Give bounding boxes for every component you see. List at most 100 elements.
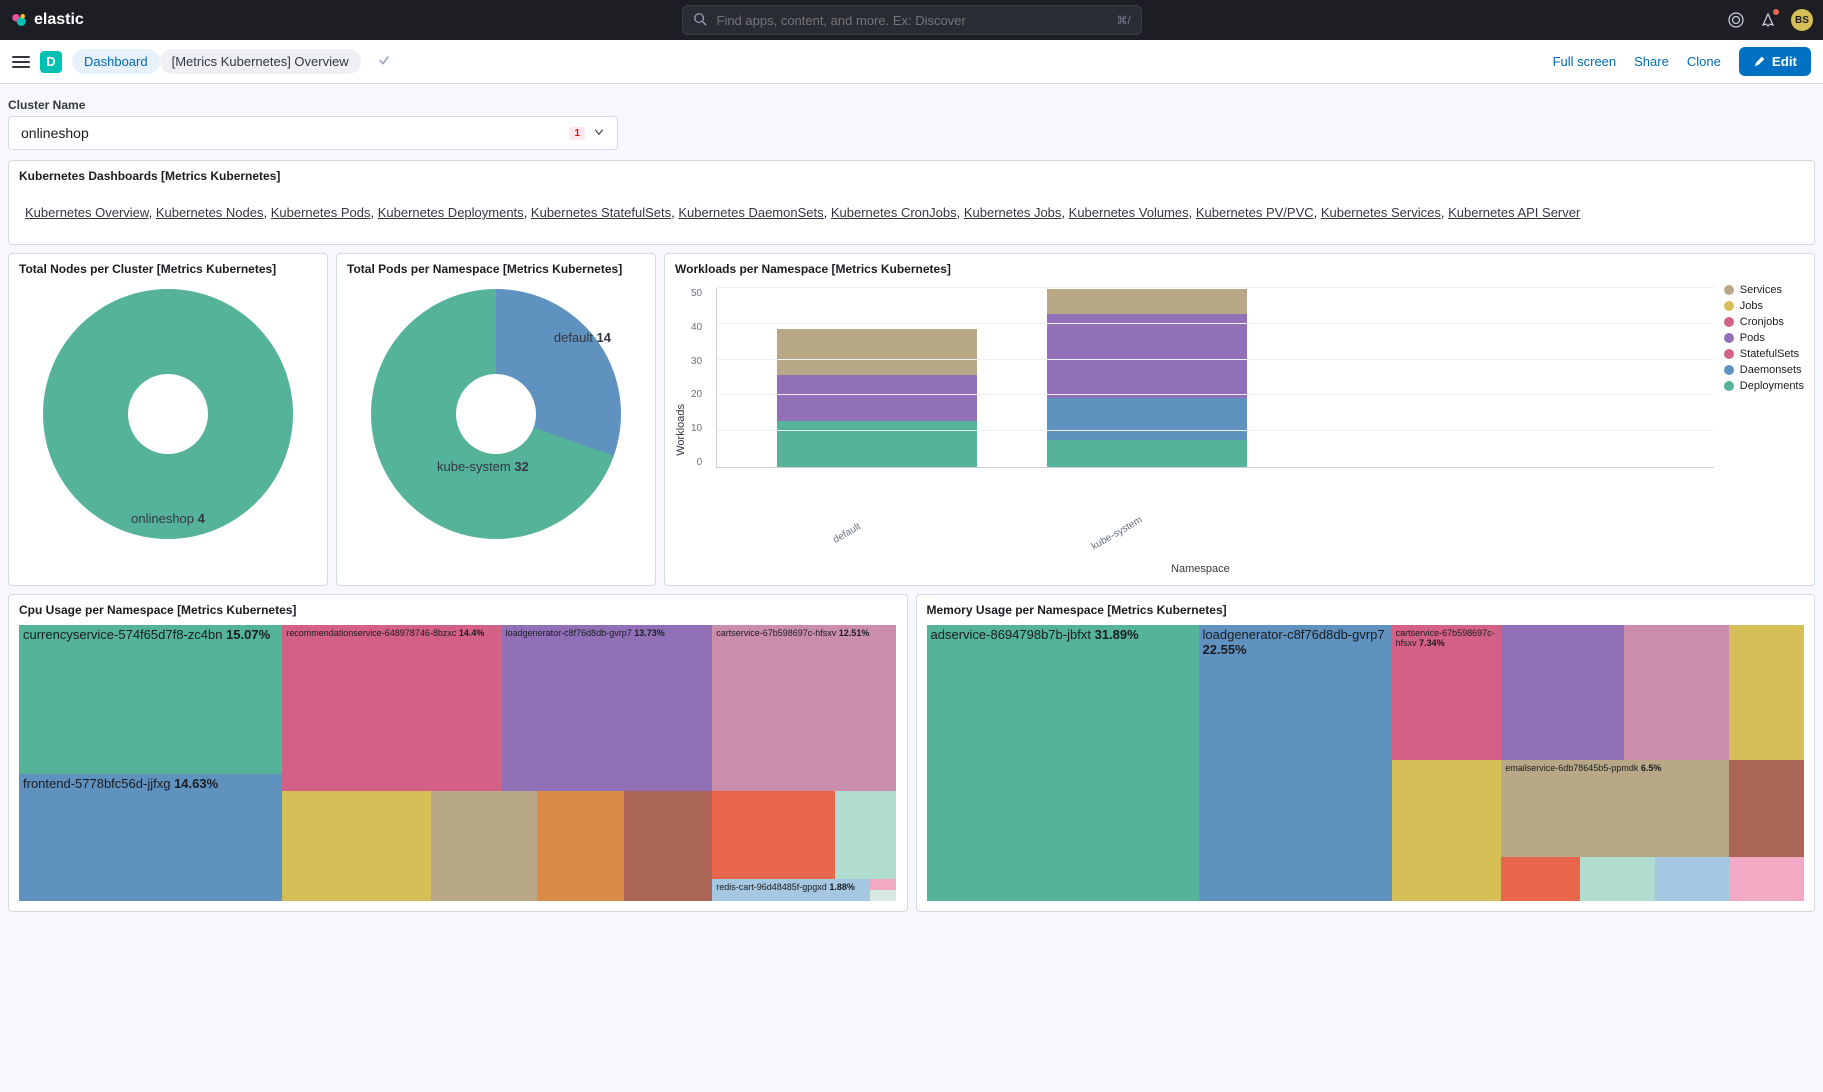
- workloads-ylabel: Workloads: [675, 404, 687, 456]
- k8s-link[interactable]: Kubernetes Nodes: [156, 205, 264, 220]
- legend-item[interactable]: Cronjobs: [1724, 316, 1804, 328]
- k8s-link[interactable]: Kubernetes StatefulSets: [531, 205, 671, 220]
- k8s-link[interactable]: Kubernetes CronJobs: [831, 205, 957, 220]
- cluster-selector[interactable]: onlineshop 1: [8, 116, 618, 150]
- cluster-name-label: Cluster Name: [8, 98, 1815, 112]
- cpu-title: Cpu Usage per Namespace [Metrics Kuberne…: [19, 603, 897, 617]
- workloads-xlabel: Namespace: [687, 563, 1714, 575]
- mem-cell-label: loadgenerator-c8f76d8db-gvrp7: [1203, 627, 1385, 642]
- cluster-name-value: onlineshop: [21, 125, 89, 141]
- check-icon: [377, 53, 391, 70]
- cpu-cell-label: redis-cart-96d48485f-gpgxd: [716, 882, 827, 892]
- legend-item[interactable]: Deployments: [1724, 380, 1804, 392]
- mem-cell-pct: 6.5%: [1641, 763, 1662, 773]
- search-icon: [693, 12, 707, 29]
- legend-item[interactable]: Daemonsets: [1724, 364, 1804, 376]
- k8s-link[interactable]: Kubernetes Overview: [25, 205, 149, 220]
- mem-cell-pct: 31.89%: [1095, 627, 1139, 642]
- k8s-link[interactable]: Kubernetes Services: [1321, 205, 1441, 220]
- y-tick: 40: [691, 322, 702, 333]
- k8s-link[interactable]: Kubernetes DaemonSets: [678, 205, 823, 220]
- breadcrumb-dashboard[interactable]: Dashboard: [72, 49, 160, 74]
- mem-treemap[interactable]: adservice-8694798b7b-jbfxt 31.89% loadge…: [927, 625, 1805, 901]
- pods-kubesys-label: kube-system: [437, 459, 511, 474]
- chevron-down-icon: [593, 126, 605, 141]
- clone-button[interactable]: Clone: [1687, 54, 1721, 69]
- bar-kubesystem: [1047, 289, 1247, 467]
- help-icon[interactable]: [1727, 11, 1745, 29]
- top-header: elastic ⌘/ BS: [0, 0, 1823, 40]
- k8s-link[interactable]: Kubernetes API Server: [1448, 205, 1580, 220]
- search-kbd: ⌘/: [1116, 14, 1130, 27]
- cpu-cell-pct: 14.63%: [174, 776, 218, 791]
- pods-donut[interactable]: default 14 kube-system 32: [347, 284, 645, 544]
- workloads-legend: Services Jobs Cronjobs Pods StatefulSets Daem…: [1714, 284, 1804, 575]
- app-badge[interactable]: D: [40, 51, 62, 73]
- breadcrumb-current: [Metrics Kubernetes] Overview: [160, 49, 361, 74]
- user-avatar[interactable]: BS: [1791, 9, 1813, 31]
- mem-title: Memory Usage per Namespace [Metrics Kube…: [927, 603, 1805, 617]
- workloads-panel: Workloads per Namespace [Metrics Kuberne…: [664, 253, 1815, 586]
- cpu-cell-pct: 15.07%: [226, 627, 270, 642]
- mem-panel: Memory Usage per Namespace [Metrics Kube…: [916, 594, 1816, 912]
- workloads-plot: [716, 288, 1714, 468]
- mem-cell-pct: 7.34%: [1419, 638, 1445, 648]
- k8s-link[interactable]: Kubernetes Deployments: [378, 205, 524, 220]
- cpu-cell-label: cartservice-67b598697c-hfsxv: [716, 628, 836, 638]
- cpu-cell-pct: 14.4%: [459, 628, 485, 638]
- k8s-dashboard-links: Kubernetes Overview, Kubernetes Nodes, K…: [19, 191, 1804, 234]
- pencil-icon: [1753, 55, 1766, 68]
- notification-dot: [1773, 9, 1779, 15]
- cpu-cell-pct: 12.51%: [839, 628, 870, 638]
- nav-toggle-icon[interactable]: [12, 56, 30, 68]
- cluster-count-badge: 1: [569, 127, 585, 140]
- global-search[interactable]: ⌘/: [682, 5, 1142, 35]
- breadcrumb: Dashboard [Metrics Kubernetes] Overview: [72, 49, 361, 74]
- legend-item[interactable]: StatefulSets: [1724, 348, 1804, 360]
- cpu-cell-label: loadgenerator-c8f76d8db-gvrp7: [506, 628, 632, 638]
- k8s-link[interactable]: Kubernetes Jobs: [964, 205, 1062, 220]
- elastic-logo-icon: [10, 11, 28, 29]
- product-name: elastic: [34, 11, 84, 29]
- cpu-treemap[interactable]: currencyservice-574f65d7f8-zc4bn 15.07% …: [19, 625, 897, 901]
- pods-panel: Total Pods per Namespace [Metrics Kubern…: [336, 253, 656, 586]
- k8s-link[interactable]: Kubernetes Volumes: [1069, 205, 1189, 220]
- search-input[interactable]: [715, 12, 1109, 29]
- pods-title: Total Pods per Namespace [Metrics Kubern…: [347, 262, 645, 276]
- mem-cell-label: cartservice-67b598697c-hfsxv: [1396, 628, 1495, 648]
- nodes-donut[interactable]: onlineshop 4: [19, 284, 317, 544]
- mem-cell-label: emailservice-6db78645b5-ppmdk: [1505, 763, 1638, 773]
- share-button[interactable]: Share: [1634, 54, 1669, 69]
- edit-label: Edit: [1772, 54, 1797, 69]
- fullscreen-button[interactable]: Full screen: [1553, 54, 1617, 69]
- k8s-dashboards-title: Kubernetes Dashboards [Metrics Kubernete…: [19, 169, 1804, 183]
- cpu-cell-pct: 1.88%: [829, 882, 855, 892]
- y-tick: 0: [697, 457, 703, 468]
- pods-default-value: 14: [597, 330, 611, 345]
- y-tick: 10: [691, 423, 702, 434]
- legend-item[interactable]: Jobs: [1724, 300, 1804, 312]
- bar-default: [777, 329, 977, 467]
- cpu-panel: Cpu Usage per Namespace [Metrics Kuberne…: [8, 594, 908, 912]
- mem-cell-label: adservice-8694798b7b-jbfxt: [931, 627, 1091, 642]
- workloads-title: Workloads per Namespace [Metrics Kuberne…: [675, 262, 1804, 276]
- edit-button[interactable]: Edit: [1739, 47, 1811, 76]
- cpu-cell-pct: 13.73%: [634, 628, 665, 638]
- k8s-link[interactable]: Kubernetes PV/PVC: [1196, 205, 1314, 220]
- elastic-logo[interactable]: elastic: [10, 11, 84, 29]
- legend-item[interactable]: Services: [1724, 284, 1804, 296]
- k8s-dashboards-panel: Kubernetes Dashboards [Metrics Kubernete…: [8, 160, 1815, 245]
- y-tick: 30: [691, 356, 702, 367]
- cpu-cell-label: recommendationservice-648978746-8bzxc: [286, 628, 456, 638]
- secondary-bar: D Dashboard [Metrics Kubernetes] Overvie…: [0, 40, 1823, 84]
- nodes-panel: Total Nodes per Cluster [Metrics Kuberne…: [8, 253, 328, 586]
- mem-cell-pct: 22.55%: [1203, 642, 1247, 657]
- nodes-title: Total Nodes per Cluster [Metrics Kuberne…: [19, 262, 317, 276]
- newsfeed-icon[interactable]: [1759, 11, 1777, 29]
- pods-kubesys-value: 32: [514, 459, 528, 474]
- nodes-value: 4: [198, 511, 205, 526]
- pods-default-label: default: [554, 330, 593, 345]
- k8s-link[interactable]: Kubernetes Pods: [271, 205, 371, 220]
- nodes-label: onlineshop: [131, 511, 194, 526]
- legend-item[interactable]: Pods: [1724, 332, 1804, 344]
